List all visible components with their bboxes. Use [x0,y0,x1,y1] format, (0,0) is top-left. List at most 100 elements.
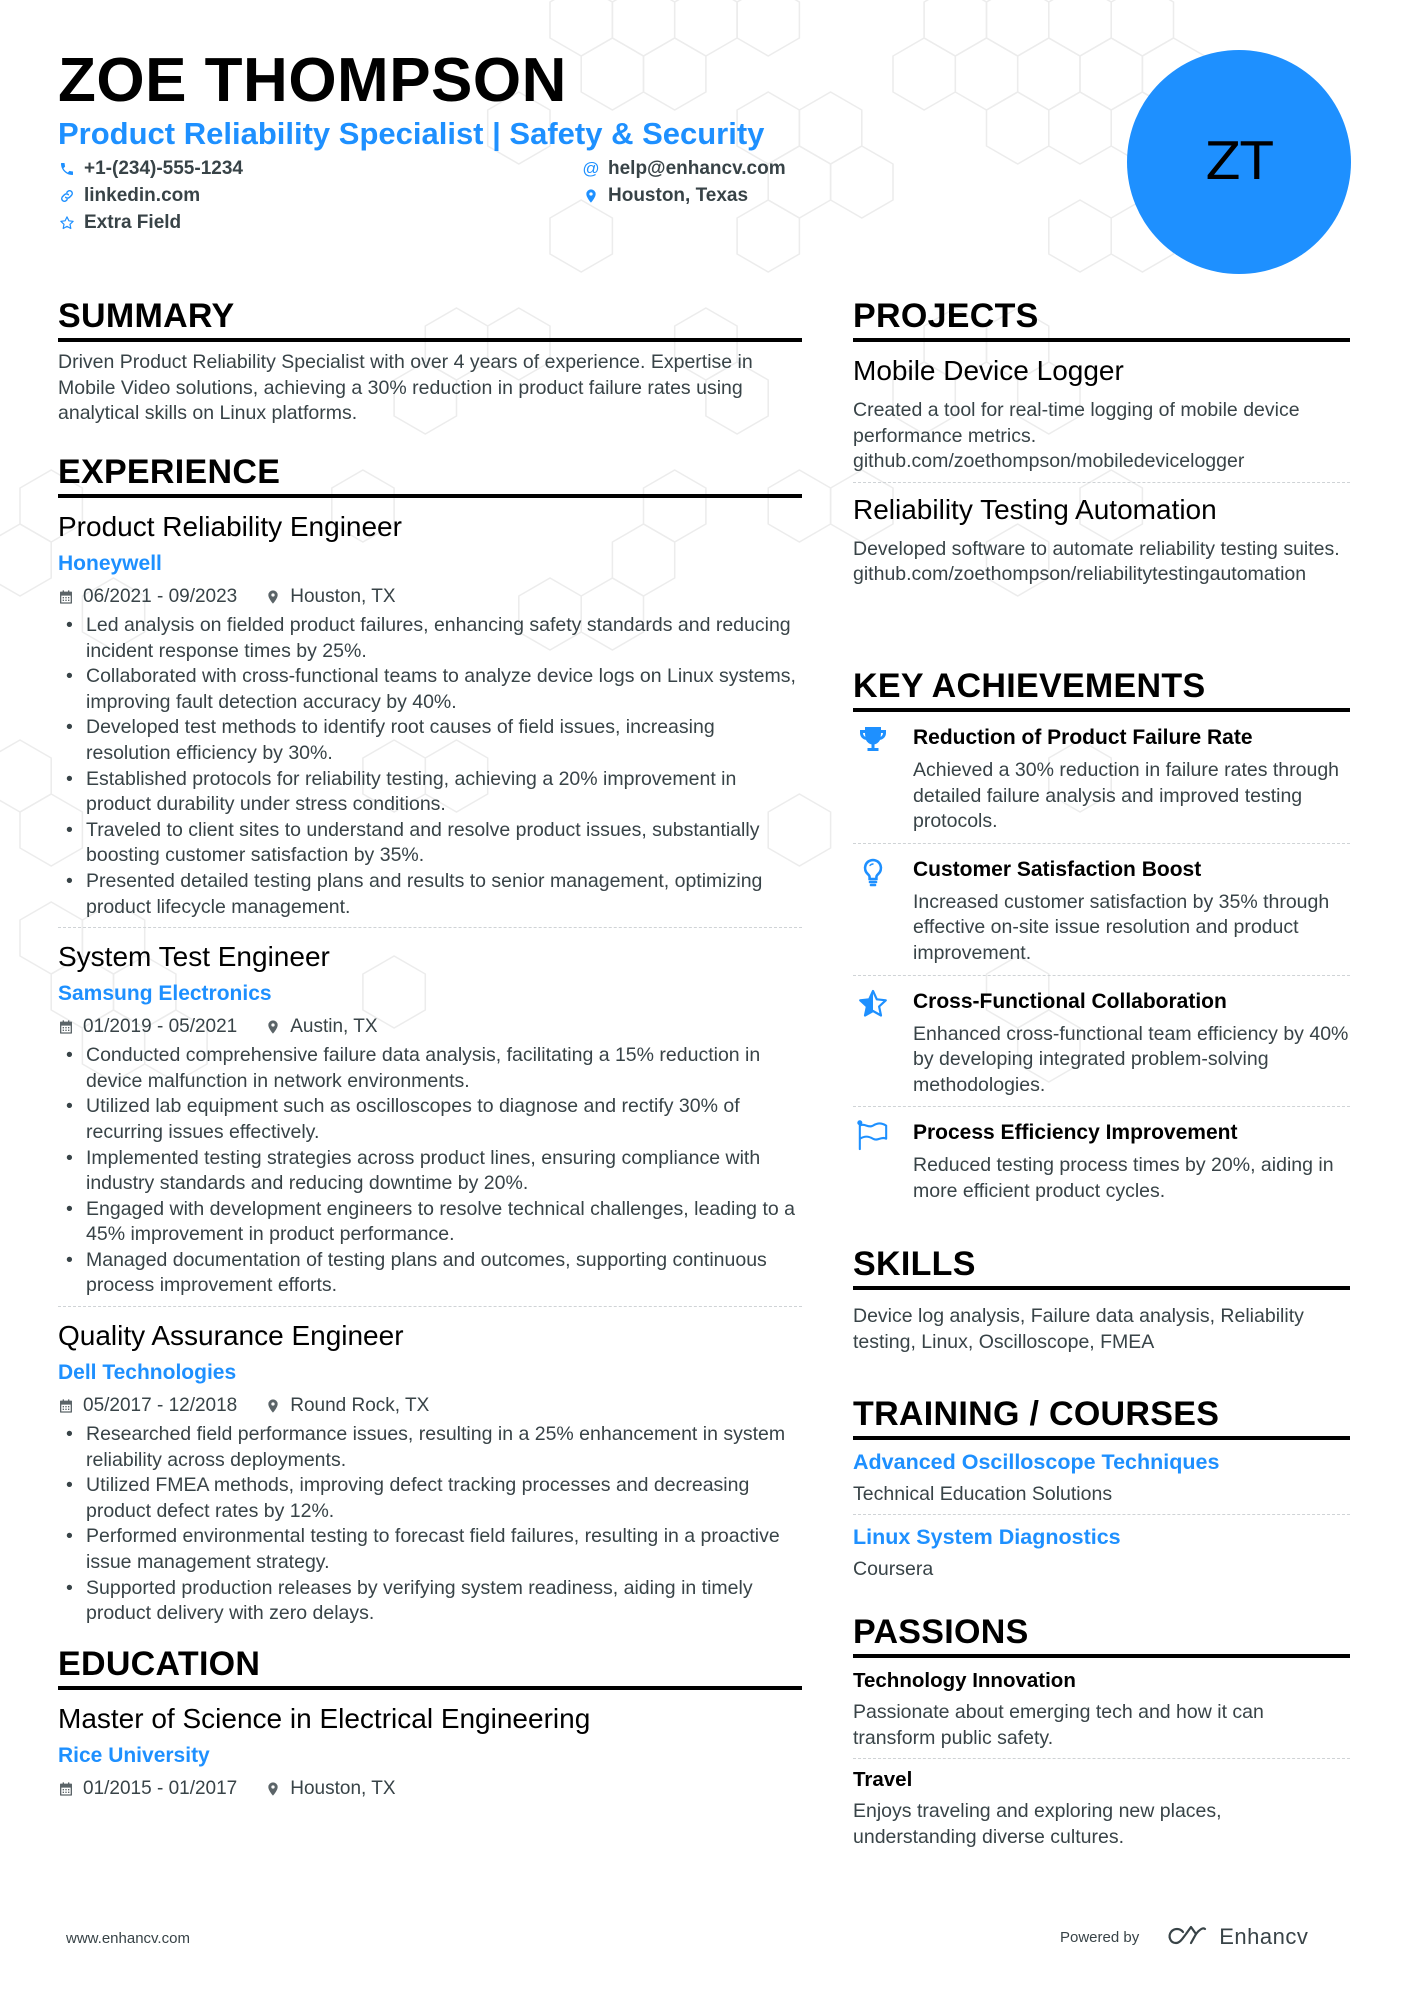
passion-description: Enjoys traveling and exploring new place… [853,1800,1222,1848]
achievement-description: Increased customer satisfaction by 35% t… [913,890,1330,964]
projects-section: PROJECTS Mobile Device Logger Created a … [853,296,1350,588]
education-location: Houston, TX [265,1776,396,1801]
candidate-name: ZOE THOMPSON [58,46,567,115]
avatar-initials: ZT [1205,132,1273,192]
passion-title: Travel [853,1768,913,1792]
course-provider: Coursera [853,1558,934,1580]
summary-text: Driven Product Reliability Specialist wi… [58,351,753,425]
calendar-icon [60,1398,72,1413]
summary-section: SUMMARY Driven Product Reliability Speci… [58,296,802,427]
job-company: Honeywell [58,552,162,575]
job-location: Round Rock, TX [265,1393,429,1418]
calendar-icon [60,1781,72,1796]
footer-website[interactable]: www.enhancv.com [66,1930,190,1947]
skills-heading: SKILLS [853,1244,1350,1290]
project-title: Reliability Testing Automation [853,493,1217,525]
course-entry: Linux System Diagnostics Coursera [853,1523,1350,1582]
course-entry: Advanced Oscilloscope Techniques Technic… [853,1448,1350,1515]
achievement-title: Cross-Functional Collaboration [913,989,1227,1013]
job-bullet: Developed test methods to identify root … [58,715,802,766]
divider [853,481,1350,483]
job-dates-text: 05/2017 - 12/2018 [83,1395,238,1417]
projects-heading: PROJECTS [853,296,1350,342]
email-text: help@enhancv.com [608,158,786,179]
job-meta: 01/2019 - 05/2021 Austin, TX [58,1014,802,1039]
job-bullet: Utilized lab equipment such as oscillosc… [58,1094,802,1145]
job-meta: 05/2017 - 12/2018 Round Rock, TX [58,1393,802,1418]
passion-entry: Technology Innovation Passionate about e… [853,1668,1350,1760]
project-description-text: Developed software to automate reliabili… [853,537,1340,560]
map-pin-icon [268,589,278,604]
job-bullet: Collaborated with cross-functional teams… [58,664,802,715]
education-location-text: Houston, TX [290,1778,396,1799]
project-entry: Mobile Device Logger Created a tool for … [853,354,1350,483]
divider [853,1514,1350,1515]
job-bullets: Led analysis on fielded product failures… [58,613,802,920]
project-description: Developed software to automate reliabili… [853,537,1350,588]
achievement-description: Enhanced cross-functional team efficienc… [913,1022,1349,1096]
contact-email[interactable]: @ help@enhancv.com [582,157,786,181]
job-bullet: Established protocols for reliability te… [58,767,802,818]
job-bullet: Implemented testing strategies across pr… [58,1146,802,1197]
job-company: Samsung Electronics [58,982,272,1006]
job-bullet: Utilized FMEA methods, improving defect … [58,1473,802,1524]
job-bullet: Presented detailed testing plans and res… [58,869,802,920]
course-provider: Technical Education Solutions [853,1483,1113,1505]
summary-heading: SUMMARY [58,296,802,342]
job-bullet: Performed environmental testing to forec… [58,1524,802,1575]
divider [853,1758,1350,1760]
passions-heading: PASSIONS [853,1612,1350,1658]
contact-phone[interactable]: +1-(234)-555-1234 [58,157,243,181]
job-bullets: Conducted comprehensive failure data ana… [58,1043,802,1299]
education-meta: 01/2015 - 01/2017 Houston, TX [58,1776,802,1801]
education-section: EDUCATION Master of Science in Electrica… [58,1644,802,1801]
achievement-item: Customer Satisfaction Boost Increased cu… [853,844,1350,975]
job-company: Dell Technologies [58,1361,237,1385]
job-location: Houston, TX [265,584,396,609]
divider [58,927,802,929]
job-entry: System Test Engineer Samsung Electronics… [58,940,802,1308]
passion-title: Technology Innovation [853,1669,1076,1692]
education-entry: Master of Science in Electrical Engineer… [58,1702,802,1801]
project-title: Mobile Device Logger [853,355,1124,386]
calendar-icon [60,1019,72,1034]
training-heading: TRAINING / COURSES [853,1394,1350,1440]
job-location-text: Austin, TX [290,1016,378,1038]
job-location-text: Houston, TX [290,586,396,607]
passions-section: PASSIONS Technology Innovation Passionat… [853,1612,1350,1850]
job-dates-text: 01/2019 - 05/2021 [83,1016,238,1038]
job-dates: 06/2021 - 09/2023 [58,584,237,609]
job-dates: 05/2017 - 12/2018 [58,1393,237,1418]
achievement-title: Reduction of Product Failure Rate [913,726,1253,749]
job-title: Product Reliability Engineer [58,511,402,542]
extra-field-text: Extra Field [84,212,182,233]
achievement-item: Reduction of Product Failure Rate Achiev… [853,712,1350,843]
linkedin-text: linkedin.com [84,185,201,206]
job-bullet: Conducted comprehensive failure data ana… [58,1043,802,1094]
achievement-item: Process Efficiency Improvement Reduced t… [853,1107,1350,1212]
lightbulb-icon [853,856,913,967]
link-icon [58,187,76,205]
location-text: Houston, Texas [608,185,749,206]
project-description-text: Created a tool for real-time logging of … [853,399,1300,447]
job-bullets: Researched field performance issues, res… [58,1422,802,1627]
enhancv-brand: Enhancv [1219,1924,1309,1949]
job-entry: Quality Assurance Engineer Dell Technolo… [58,1319,802,1627]
job-bullet: Managed documentation of testing plans a… [58,1248,802,1299]
divider [58,1306,802,1308]
powered-by-label: Powered by [1060,1928,1140,1946]
footer-powered-by[interactable]: Powered by Enhancv [1060,1924,1308,1950]
passion-description: Passionate about emerging tech and how i… [853,1701,1264,1749]
job-entry: Product Reliability Engineer Honeywell 0… [58,510,802,929]
job-title: Quality Assurance Engineer [58,1320,404,1352]
achievement-description: Achieved a 30% reduction in failure rate… [913,759,1340,833]
skills-text: Device log analysis, Failure data analys… [853,1305,1304,1353]
project-link[interactable]: github.com/zoethompson/mobiledevicelogge… [853,449,1350,475]
project-description: Created a tool for real-time logging of … [853,398,1350,475]
project-link[interactable]: github.com/zoethompson/reliabilitytestin… [853,562,1350,588]
education-heading: EDUCATION [58,1644,802,1690]
contact-linkedin[interactable]: linkedin.com [58,184,200,208]
experience-section: EXPERIENCE Product Reliability Engineer … [58,452,802,1627]
job-bullet: Led analysis on fielded product failures… [58,613,802,664]
achievement-content: Customer Satisfaction Boost Increased cu… [913,856,1350,967]
